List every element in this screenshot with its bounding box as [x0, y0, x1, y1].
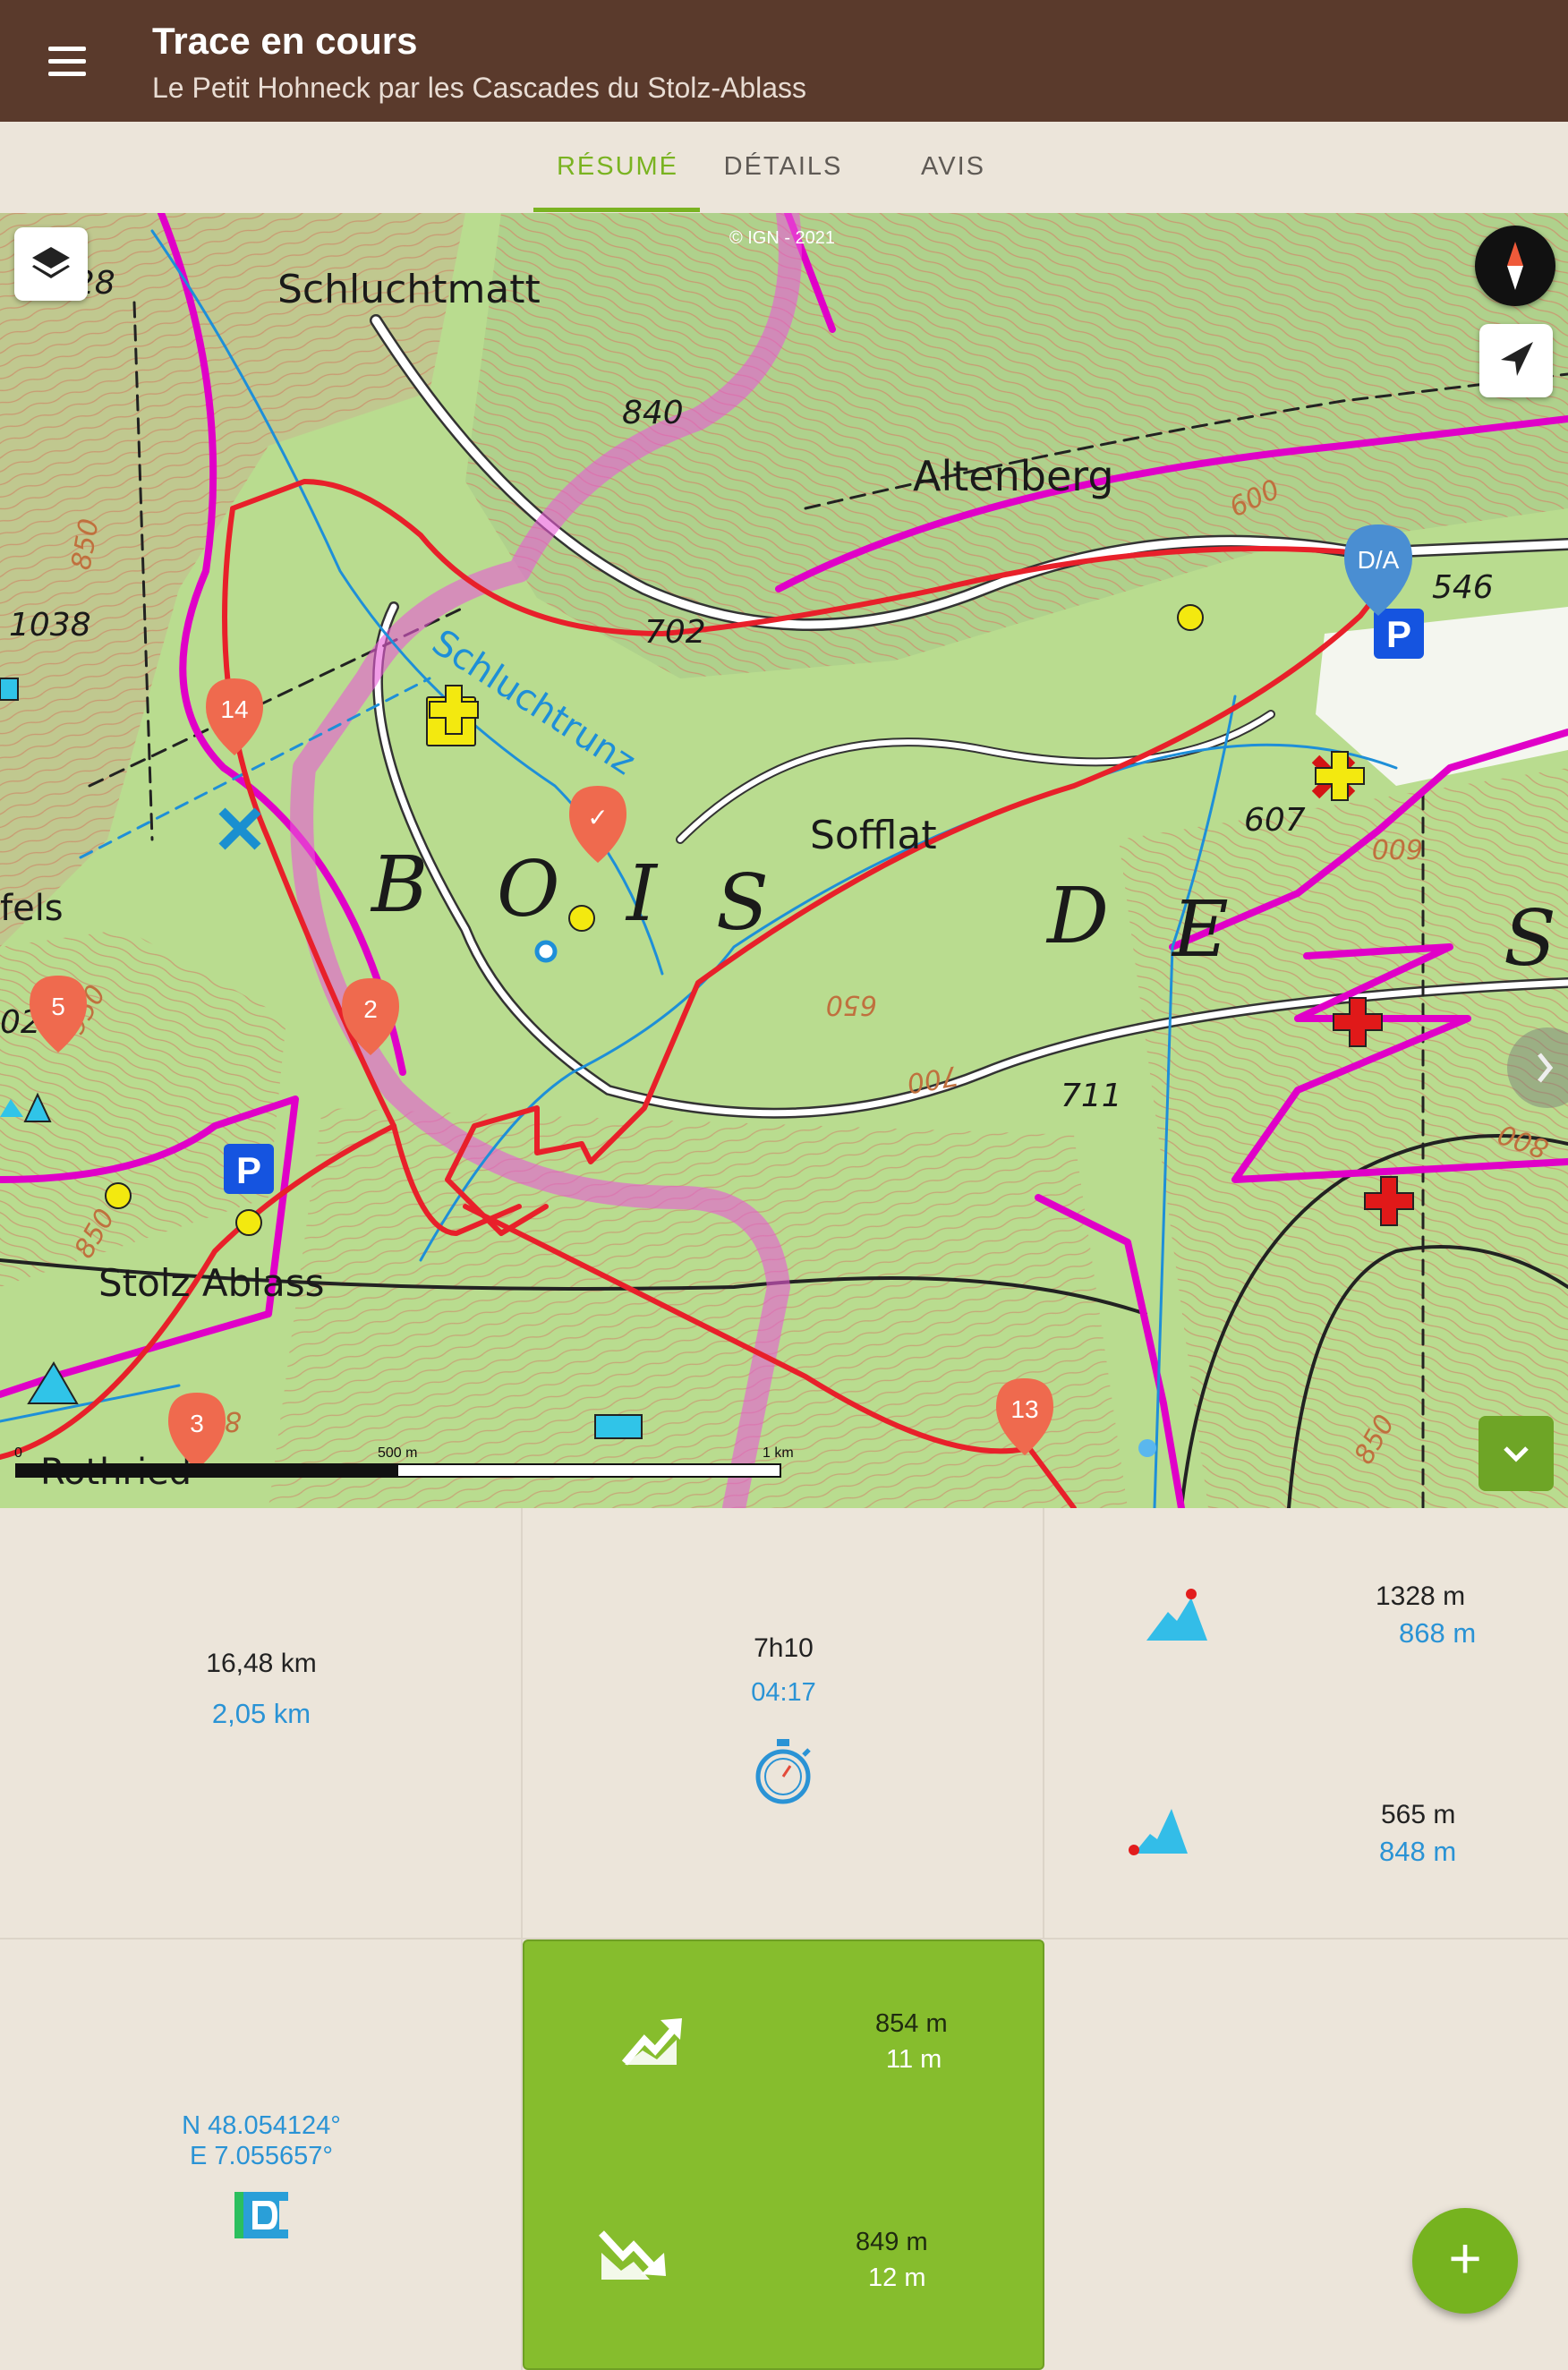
side-drawer-handle[interactable] [1507, 1027, 1568, 1108]
label-sofflat: Sofflat [810, 813, 937, 858]
label-altenberg: Altenberg [913, 452, 1114, 500]
collapse-map-button[interactable] [1479, 1416, 1554, 1491]
label-big-s: S [716, 858, 769, 948]
label-fels: fels [0, 888, 64, 929]
altitude-min: 565 m [1381, 1800, 1456, 1829]
duration-elapsed: 04:17 [751, 1678, 816, 1707]
svg-text:607: 607 [1244, 802, 1306, 839]
altitude-min-current: 848 m [1379, 1836, 1457, 1867]
svg-text:711: 711 [1061, 1078, 1122, 1114]
layers-button[interactable] [14, 227, 88, 301]
locate-button[interactable] [1479, 324, 1553, 397]
svg-text:2: 2 [363, 995, 378, 1023]
svg-text:P: P [1386, 613, 1411, 655]
svg-text:650: 650 [826, 989, 877, 1020]
layers-icon [32, 247, 70, 278]
stats-panel: 16,48 km 2,05 km 7h10 04:17 1328 m 868 m… [0, 1508, 1568, 2370]
altitude-max-icon [1146, 1589, 1207, 1641]
label-big-b: B [370, 840, 428, 930]
svg-text:✓: ✓ [587, 804, 608, 831]
coordinate-longitude: E 7.055657° [190, 2142, 333, 2170]
ascent-done: 11 m [886, 2045, 942, 2074]
label-stolz-ablass: Stolz Ablass [98, 1261, 324, 1305]
svg-text:1038: 1038 [9, 607, 91, 644]
altitude-min-icon [1129, 1809, 1188, 1855]
altitude-max-current: 868 m [1399, 1617, 1477, 1649]
svg-text:1 km: 1 km [763, 1445, 794, 1461]
add-fab-button[interactable]: + [1412, 2208, 1518, 2314]
svg-text:600: 600 [1372, 832, 1423, 864]
distance-total: 16,48 km [206, 1649, 317, 1678]
distance-cell: 16,48 km 2,05 km [0, 1508, 523, 1939]
altitude-cell: 1328 m 868 m 565 m 848 m [1044, 1508, 1568, 1939]
page-title: Trace en cours [152, 20, 418, 62]
topo-map: P P Schluchtmatt Altenberg Schluchtrunz … [0, 213, 1568, 1508]
ascent-total: 854 m [875, 2009, 948, 2038]
descent-total: 849 m [856, 2228, 928, 2256]
tab-bar: RÉSUMÉ DÉTAILS AVIS [0, 122, 1568, 213]
coordinate-latitude: N 48.054124° [182, 2111, 341, 2140]
tab-resume[interactable]: RÉSUMÉ [546, 152, 689, 182]
stopwatch-icon [755, 1739, 811, 1804]
svg-text:0: 0 [14, 1445, 22, 1461]
app-bar: Trace en cours Le Petit Hohneck par les … [0, 0, 1568, 122]
label-big-s2: S [1504, 894, 1556, 984]
altitude-max: 1328 m [1376, 1581, 1466, 1611]
label-schluchtmatt: Schluchtmatt [277, 267, 541, 312]
svg-text:500 m: 500 m [378, 1445, 417, 1461]
label-big-d: D [1045, 872, 1109, 961]
label-big-i: I [625, 849, 659, 939]
svg-text:702: 702 [644, 614, 706, 651]
coordinates-icon [234, 2192, 288, 2238]
svg-text:13: 13 [1010, 1395, 1038, 1423]
svg-text:5: 5 [51, 993, 65, 1020]
tab-avis[interactable]: AVIS [895, 152, 1011, 182]
hamburger-menu-icon[interactable] [43, 39, 91, 82]
chevron-right-icon [1538, 1053, 1554, 1083]
locate-arrow-icon [1501, 342, 1533, 376]
page-subtitle: Le Petit Hohneck par les Cascades du Sto… [152, 72, 807, 104]
compass-button[interactable] [1475, 226, 1555, 306]
elevation-cell: 854 m 11 m 849 m 12 m [523, 1939, 1044, 2370]
active-tab-indicator [533, 208, 700, 212]
chevron-down-icon [1504, 1446, 1529, 1462]
svg-text:P: P [236, 1149, 261, 1191]
duration-total: 7h10 [754, 1633, 814, 1663]
label-big-e: E [1171, 885, 1229, 975]
svg-text:840: 840 [622, 395, 684, 431]
ascent-icon [621, 2018, 682, 2066]
svg-text:14: 14 [220, 695, 248, 723]
map-view[interactable]: P P Schluchtmatt Altenberg Schluchtrunz … [0, 213, 1568, 1508]
coordinates-cell: N 48.054124° E 7.055657° [0, 1939, 523, 2370]
compass-icon [1507, 242, 1523, 290]
label-big-o: O [497, 845, 560, 934]
svg-text:3: 3 [190, 1410, 204, 1437]
descent-icon [599, 2230, 666, 2280]
duration-cell: 7h10 04:17 [523, 1508, 1044, 1939]
svg-text:D/A: D/A [1358, 546, 1400, 574]
distance-done: 2,05 km [211, 1698, 311, 1729]
map-copyright: © IGN - 2021 [729, 228, 835, 248]
descent-done: 12 m [868, 2263, 926, 2292]
svg-text:546: 546 [1432, 569, 1494, 606]
tab-details[interactable]: DÉTAILS [707, 152, 859, 182]
